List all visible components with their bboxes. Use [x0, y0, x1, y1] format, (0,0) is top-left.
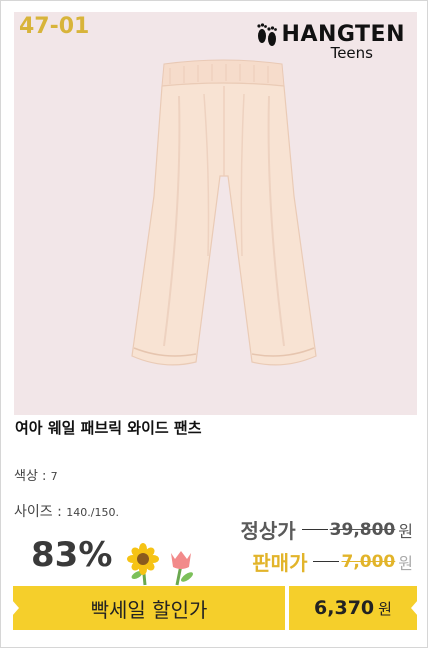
promo-label: 빡세일 할인가 — [90, 597, 208, 622]
discount-percent: 83% — [31, 535, 113, 575]
tulip-icon — [171, 551, 193, 586]
promo-price-ribbon[interactable]: 6,370 원 — [289, 586, 418, 630]
flowers-decoration — [127, 543, 193, 586]
footprints-logo-icon — [256, 23, 277, 46]
sale-price-unit: 원 — [398, 553, 413, 573]
regular-price-value: 39,800 — [329, 519, 396, 540]
size-value: 140./150. — [66, 506, 119, 519]
brand-name: HANGTEN — [281, 21, 405, 47]
color-value: 7 — [50, 470, 58, 483]
promo-bar[interactable]: 빡세일 할인가 6,370 원 — [12, 586, 418, 630]
product-image[interactable]: 47-01 HANGTEN Teens — [14, 12, 417, 415]
sale-price-value: 7,000 — [341, 551, 396, 572]
promo-label-ribbon[interactable]: 빡세일 할인가 — [12, 586, 285, 630]
price-dash — [301, 529, 328, 530]
option-size: 사이즈 : 140./150. — [14, 501, 119, 521]
wide-pants-illustration — [131, 59, 317, 366]
regular-price-unit: 원 — [398, 521, 413, 541]
product-code: 47-01 — [19, 14, 90, 39]
sale-price-label: 판매가 — [252, 551, 308, 575]
product-card[interactable]: 47-01 HANGTEN Teens 여아 웨일 패브릭 와이드 팬츠 색상 … — [0, 0, 428, 648]
promo-price: 6,370 — [314, 597, 375, 619]
color-label: 색상 : — [14, 469, 47, 484]
option-color: 색상 : 7 — [14, 465, 58, 484]
size-label: 사이즈 : — [14, 504, 62, 520]
product-title[interactable]: 여아 웨일 패브릭 와이드 팬츠 — [15, 417, 202, 438]
sunflower-icon — [127, 543, 159, 586]
regular-price-row: 정상가 39,800 원 — [240, 515, 413, 544]
price-dash — [313, 561, 340, 562]
promo-price-unit: 원 — [378, 599, 392, 618]
sale-price-row: 판매가 7,000 원 — [252, 547, 413, 576]
regular-price-label: 정상가 — [240, 519, 296, 543]
